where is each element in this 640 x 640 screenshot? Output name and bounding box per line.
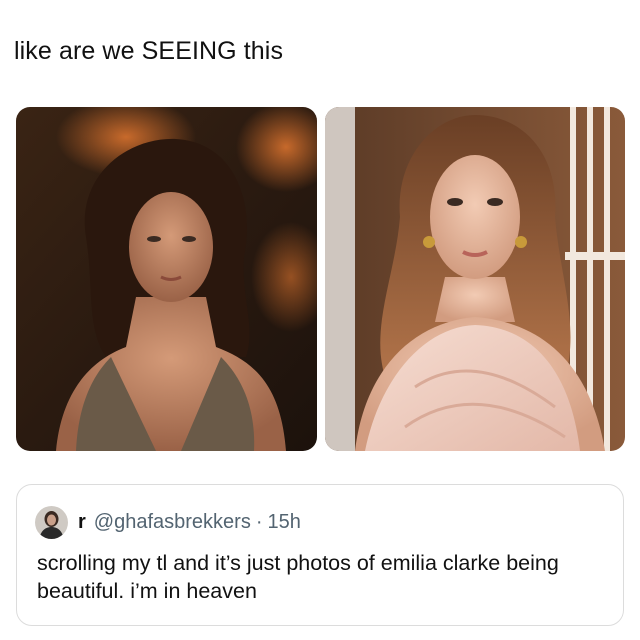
photo-left[interactable] [16, 107, 317, 451]
tweet-separator: · [255, 510, 263, 533]
tweet-text: scrolling my tl and it’s just photos of … [37, 551, 559, 603]
tweet-display-name[interactable]: r [78, 511, 86, 534]
photo-right[interactable] [325, 107, 625, 451]
avatar[interactable] [35, 505, 68, 539]
quoted-tweet-card[interactable]: r @ghafasbrekkers · 15h scrolling my tl … [16, 484, 624, 626]
post-caption: like are we SEEING this [14, 37, 284, 65]
tweet-timestamp[interactable]: 15h [268, 511, 301, 534]
tweet-handle[interactable]: @ghafasbrekkers [94, 511, 251, 534]
photo-left-image [16, 107, 317, 451]
tweet-header: r @ghafasbrekkers · 15h [35, 505, 301, 539]
photo-right-image [325, 107, 625, 451]
avatar-image-icon [35, 505, 68, 539]
